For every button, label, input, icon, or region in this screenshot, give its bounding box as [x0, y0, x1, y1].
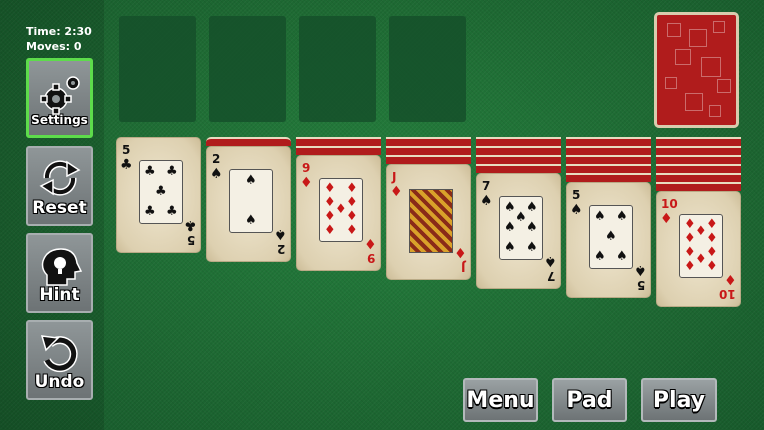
card-rank: 2 [212, 152, 221, 166]
tableau-card-col4[interactable]: J ♦ ♦ J [386, 164, 471, 280]
time-display: Time: 2:30 [26, 25, 92, 38]
card-rank: 7 [546, 269, 555, 283]
club-icon: ♣ [184, 217, 197, 233]
face-down-card [566, 146, 651, 155]
spade-icon: ♠ [480, 193, 493, 209]
diamond-icon: ♦ [724, 271, 737, 287]
spade-icon: ♠ [544, 253, 557, 269]
face-down-card [296, 146, 381, 155]
diamond-icon: ♦ [660, 211, 673, 227]
face-down-card [476, 137, 561, 146]
tableau-card-col7[interactable]: 10 ♦ ♦ ♦ ♦ ♦ ♦ ♦ ♦ ♦ ♦ ♦ ♦ 10 [656, 191, 741, 307]
face-down-card [656, 155, 741, 164]
card-rank: 7 [482, 179, 491, 193]
tableau-card-col1[interactable]: 5 ♣ ♣ ♣ ♣ ♣ ♣ ♣ 5 [116, 137, 201, 253]
play-button[interactable]: Play [641, 378, 717, 422]
face-down-card [386, 155, 471, 164]
stock-pile[interactable] [654, 12, 739, 128]
face-down-card [656, 164, 741, 173]
moves-display: Moves: 0 [26, 40, 82, 53]
undo-icon [40, 335, 78, 373]
card-rank: 9 [302, 161, 311, 175]
card-rank: 5 [122, 143, 131, 157]
spade-icon: ♠ [570, 202, 583, 218]
reset-label: Reset [32, 198, 87, 218]
card-rank: 10 [719, 287, 736, 301]
settings-button[interactable]: Settings [26, 58, 93, 138]
face-down-card [656, 146, 741, 155]
face-down-card [386, 146, 471, 155]
reset-button[interactable]: Reset [26, 146, 93, 226]
tableau-card-col3[interactable]: 9 ♦ ♦ ♦ ♦ ♦ ♦ ♦ ♦ ♦ ♦ ♦ 9 [296, 155, 381, 271]
foundation-slot-1[interactable] [119, 16, 196, 122]
card-rank: 2 [276, 242, 285, 256]
face-down-card [206, 137, 291, 146]
menu-button[interactable]: Menu [463, 378, 538, 422]
tableau-card-col6[interactable]: 5 ♠ ♠ ♠ ♠ ♠ ♠ ♠ 5 [566, 182, 651, 298]
diamond-icon: ♦ [390, 184, 403, 200]
face-down-card [566, 173, 651, 182]
face-down-card [296, 137, 381, 146]
diamond-icon: ♦ [454, 244, 467, 260]
face-down-card [656, 182, 741, 191]
face-down-card [476, 155, 561, 164]
club-icon: ♣ [120, 157, 133, 173]
card-rank: 5 [186, 233, 195, 247]
gear-icon [39, 76, 80, 115]
face-down-card [656, 137, 741, 146]
jack-face-image [409, 189, 453, 253]
card-rank: 5 [572, 188, 581, 202]
foundation-slot-4[interactable] [389, 16, 466, 122]
face-down-card [476, 164, 561, 173]
card-rank: 5 [636, 278, 645, 292]
pad-button[interactable]: Pad [552, 378, 627, 422]
undo-label: Undo [34, 372, 85, 392]
refresh-icon [39, 160, 80, 196]
diamond-icon: ♦ [364, 235, 377, 251]
foundation-slot-3[interactable] [299, 16, 376, 122]
spade-icon: ♠ [274, 226, 287, 242]
face-down-card [656, 173, 741, 182]
diamond-icon: ♦ [300, 175, 313, 191]
undo-button[interactable]: Undo [26, 320, 93, 400]
card-rank: 10 [661, 197, 678, 211]
spade-icon: ♠ [210, 166, 223, 182]
tableau-card-col2[interactable]: 2 ♠ ♠ ♠ ♠ 2 [206, 146, 291, 262]
hint-button[interactable]: Hint [26, 233, 93, 313]
tableau-card-col5[interactable]: 7 ♠ ♠ ♠ ♠ ♠ ♠ ♠ ♠ ♠ 7 [476, 173, 561, 289]
face-down-card [476, 146, 561, 155]
face-down-card [566, 137, 651, 146]
head-lightbulb-icon [41, 248, 82, 286]
face-down-card [566, 155, 651, 164]
card-rank: J [460, 260, 465, 274]
foundation-slot-2[interactable] [209, 16, 286, 122]
face-down-card [566, 164, 651, 173]
face-down-card [386, 137, 471, 146]
card-rank: J [392, 170, 397, 184]
card-rank: 9 [366, 251, 375, 265]
spade-icon: ♠ [634, 262, 647, 278]
